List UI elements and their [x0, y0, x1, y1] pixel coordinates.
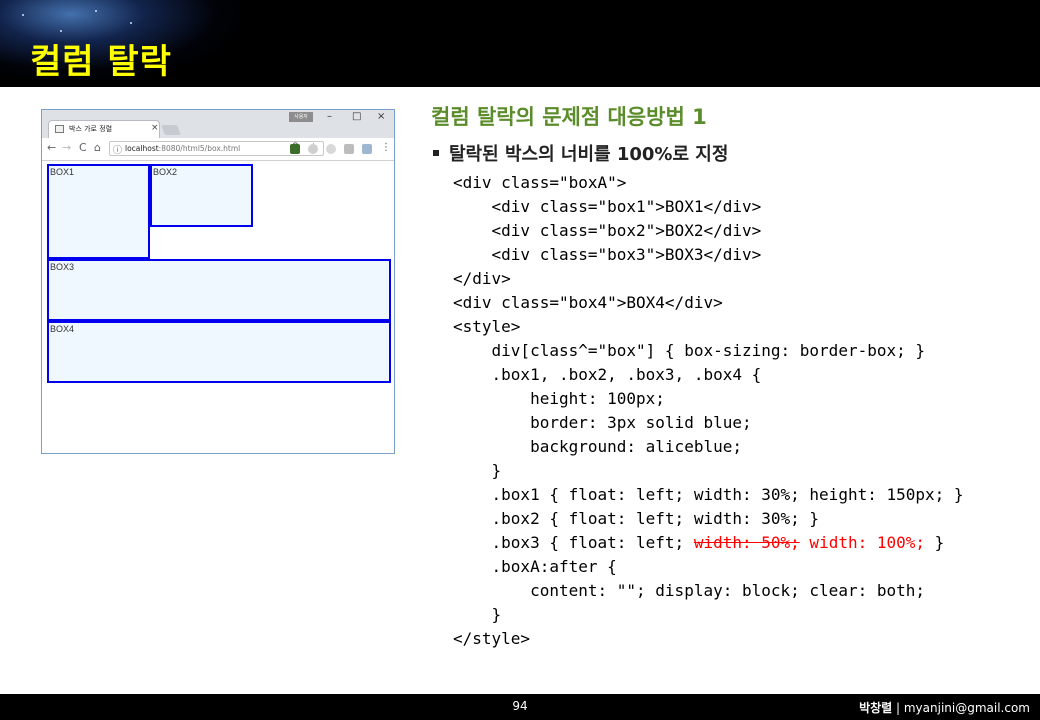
code-line: content: ""; display: block; clear: both…: [453, 581, 926, 600]
code-line: .box2 { float: left; width: 30%; }: [453, 509, 820, 528]
demo-box4: BOX4: [47, 321, 391, 383]
info-icon: ⓘ: [113, 146, 123, 156]
code-line: <div class="boxA">: [453, 173, 627, 192]
code-line: background: aliceblue;: [453, 437, 742, 456]
code-line: }: [453, 461, 502, 480]
demo-box1: BOX1: [47, 164, 150, 259]
code-line: height: 100px;: [453, 389, 665, 408]
code-line-highlight: .box3 { float: left; width: 50%; width: …: [453, 531, 964, 555]
extension-icon[interactable]: [344, 144, 354, 154]
box-label: BOX4: [50, 324, 75, 334]
maximize-icon[interactable]: □: [352, 111, 361, 122]
code-line: .boxA:after {: [453, 557, 617, 576]
browser-screenshot: 박스 가로 정렬 × 사용자 – □ × ← → C ⌂ ⓘ localhost…: [41, 109, 395, 454]
back-icon[interactable]: ←: [47, 141, 56, 154]
code-text: }: [925, 533, 945, 552]
extension-icon[interactable]: [290, 144, 300, 154]
url-text: localhost:8080/html5/box.html: [125, 144, 241, 153]
bullet-icon: [433, 150, 439, 156]
bullet-point: 탈락된 박스의 너비를 100%로 지정: [433, 140, 728, 166]
code-correction: width: 100%;: [799, 533, 926, 552]
user-badge[interactable]: 사용자: [289, 112, 313, 122]
code-line: div[class^="box"] { box-sizing: border-b…: [453, 341, 926, 360]
author-name: 박창렬: [859, 701, 893, 715]
box-label: BOX2: [153, 167, 178, 177]
code-line: <style>: [453, 317, 521, 336]
home-icon[interactable]: ⌂: [94, 141, 101, 154]
code-strikethrough: width: 50%;: [693, 533, 800, 552]
slide-header: 컬럼 탈락: [0, 0, 1040, 87]
code-line: </style>: [453, 629, 531, 648]
code-line: <div class="box2">BOX2</div>: [453, 221, 762, 240]
forward-icon[interactable]: →: [62, 141, 71, 154]
page-favicon-icon: [55, 125, 64, 133]
author-credit: 박창렬 | myanjini@gmail.com: [859, 699, 1030, 716]
author-email: myanjini@gmail.com: [903, 701, 1030, 715]
minimize-icon[interactable]: –: [327, 111, 332, 122]
code-line: .box1 { float: left; width: 30%; height:…: [453, 485, 964, 504]
browser-menu-icon[interactable]: ⋮: [381, 142, 391, 153]
code-line: </div>: [453, 269, 511, 288]
window-close-icon[interactable]: ×: [377, 111, 385, 122]
code-line: <div class="box1">BOX1</div>: [453, 197, 762, 216]
browser-viewport: BOX1 BOX2 BOX3 BOX4: [42, 161, 394, 453]
browser-toolbar: ← → C ⌂ ⓘ localhost:8080/html5/box.html …: [42, 138, 394, 161]
new-tab-button[interactable]: [161, 125, 181, 135]
demo-box3: BOX3: [47, 259, 391, 321]
header-star: [60, 30, 62, 32]
code-block: <div class="boxA"> <div class="box1">BOX…: [453, 171, 964, 651]
extension-icon[interactable]: [326, 144, 336, 154]
code-line: .box1, .box2, .box3, .box4 {: [453, 365, 762, 384]
browser-tab-bar: 박스 가로 정렬 × 사용자 – □ ×: [42, 110, 394, 138]
browser-tab[interactable]: 박스 가로 정렬 ×: [48, 120, 160, 138]
section-heading: 컬럼 탈락의 문제점 대응방법 1: [431, 105, 707, 129]
tab-close-icon[interactable]: ×: [151, 123, 159, 133]
box-label: BOX3: [50, 262, 75, 272]
header-star: [95, 10, 97, 12]
slide-title: 컬럼 탈락: [30, 42, 172, 82]
code-line: }: [453, 605, 502, 624]
code-text: .box3 { float: left;: [453, 533, 694, 552]
extension-icon[interactable]: [362, 144, 372, 154]
code-line: border: 3px solid blue;: [453, 413, 752, 432]
tab-title: 박스 가로 정렬: [69, 125, 113, 133]
bullet-text: 탈락된 박스의 너비를 100%로 지정: [449, 144, 729, 165]
reload-icon[interactable]: C: [79, 141, 87, 154]
slide-footer: 94 박창렬 | myanjini@gmail.com: [0, 694, 1040, 720]
separator: |: [892, 701, 904, 715]
header-star: [130, 22, 132, 24]
code-line: <div class="box4">BOX4</div>: [453, 293, 723, 312]
code-line: <div class="box3">BOX3</div>: [453, 245, 762, 264]
extension-icon[interactable]: [308, 144, 318, 154]
header-star: [22, 14, 24, 16]
box-label: BOX1: [50, 167, 75, 177]
demo-box2: BOX2: [150, 164, 253, 227]
